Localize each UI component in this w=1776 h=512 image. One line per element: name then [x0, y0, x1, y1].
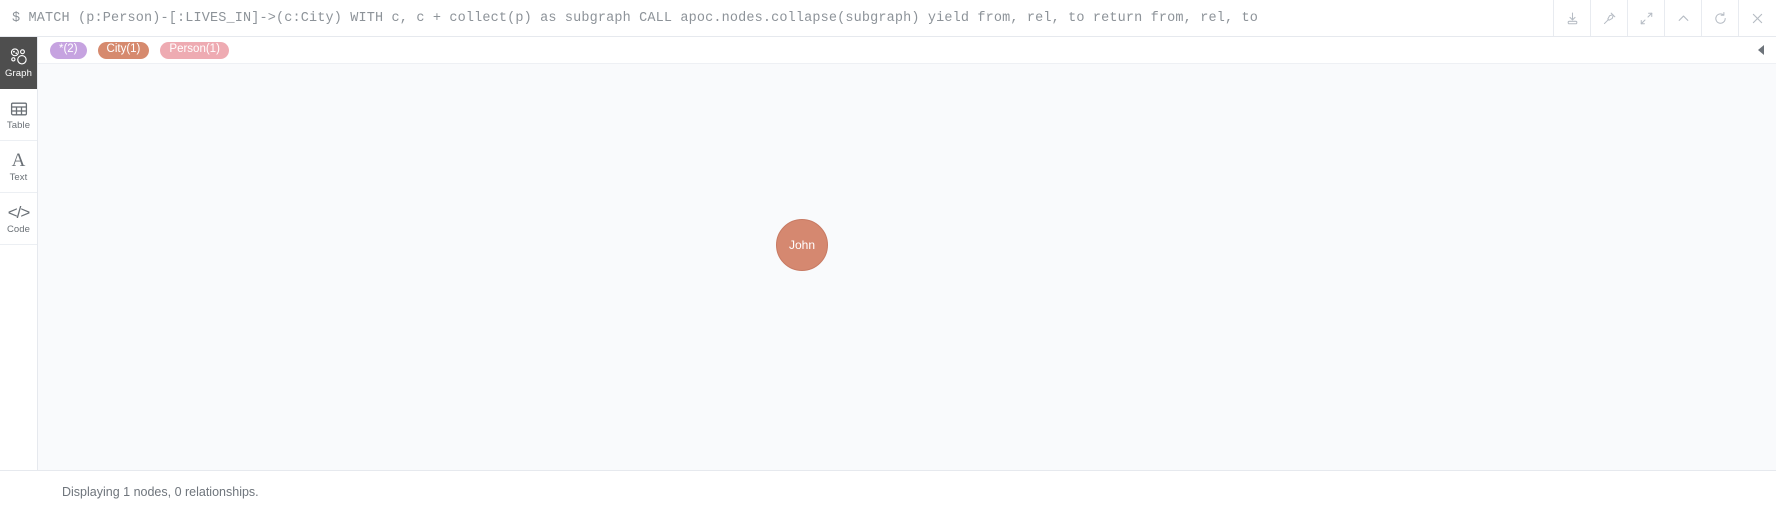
query-bar: $ MATCH (p:Person)-[:LIVES_IN]->(c:City)…	[0, 0, 1776, 37]
graph-view: *(2) City(1) Person(1) John	[38, 37, 1776, 470]
download-icon	[1565, 11, 1580, 26]
close-icon	[1750, 11, 1765, 26]
text-icon: A	[11, 150, 26, 172]
sidebar-item-table-label: Table	[6, 119, 31, 131]
sidebar-item-text-label: Text	[9, 171, 28, 183]
sidebar-item-code-label: Code	[6, 223, 31, 235]
download-button[interactable]	[1554, 0, 1591, 36]
collapse-button[interactable]	[1665, 0, 1702, 36]
code-icon: </>	[7, 203, 31, 223]
query-text: $ MATCH (p:Person)-[:LIVES_IN]->(c:City)…	[12, 10, 1258, 26]
sidebar-item-graph-label: Graph	[5, 67, 32, 79]
graph-node-caption: John	[788, 238, 816, 252]
refresh-button[interactable]	[1702, 0, 1739, 36]
pin-button[interactable]	[1591, 0, 1628, 36]
graph-canvas[interactable]: John	[38, 63, 1776, 470]
chevron-up-icon	[1676, 11, 1691, 26]
legend-chip-all[interactable]: *(2)	[50, 41, 87, 59]
status-bar: Displaying 1 nodes, 0 relationships.	[0, 470, 1776, 512]
refresh-icon	[1713, 11, 1728, 26]
legend-bar: *(2) City(1) Person(1)	[38, 37, 1776, 63]
sidebar-item-table[interactable]: Table	[0, 89, 37, 141]
graph-icon	[9, 47, 28, 67]
triangle-left-icon	[1758, 45, 1764, 55]
sidebar-item-code[interactable]: </> Code	[0, 193, 37, 245]
query-action-group	[1554, 0, 1776, 36]
legend-collapse-button[interactable]	[1758, 45, 1764, 55]
expand-icon	[1639, 11, 1654, 26]
legend-chip-person[interactable]: Person(1)	[160, 41, 229, 59]
graph-node-john[interactable]: John	[776, 219, 828, 271]
view-mode-sidebar: Graph Table A Text </> Code	[0, 37, 38, 470]
table-icon	[10, 99, 28, 119]
expand-button[interactable]	[1628, 0, 1665, 36]
status-text: Displaying 1 nodes, 0 relationships.	[62, 484, 259, 499]
sidebar-filler	[0, 245, 37, 470]
pin-icon	[1602, 11, 1617, 26]
close-button[interactable]	[1739, 0, 1776, 36]
neo4j-result-frame: $ MATCH (p:Person)-[:LIVES_IN]->(c:City)…	[0, 0, 1776, 512]
legend-chip-city[interactable]: City(1)	[97, 41, 150, 59]
query-display[interactable]: $ MATCH (p:Person)-[:LIVES_IN]->(c:City)…	[0, 0, 1554, 36]
sidebar-item-graph[interactable]: Graph	[0, 37, 37, 89]
sidebar-item-text[interactable]: A Text	[0, 141, 37, 193]
result-body: Graph Table A Text </> Code *(2) City(1)…	[0, 37, 1776, 470]
